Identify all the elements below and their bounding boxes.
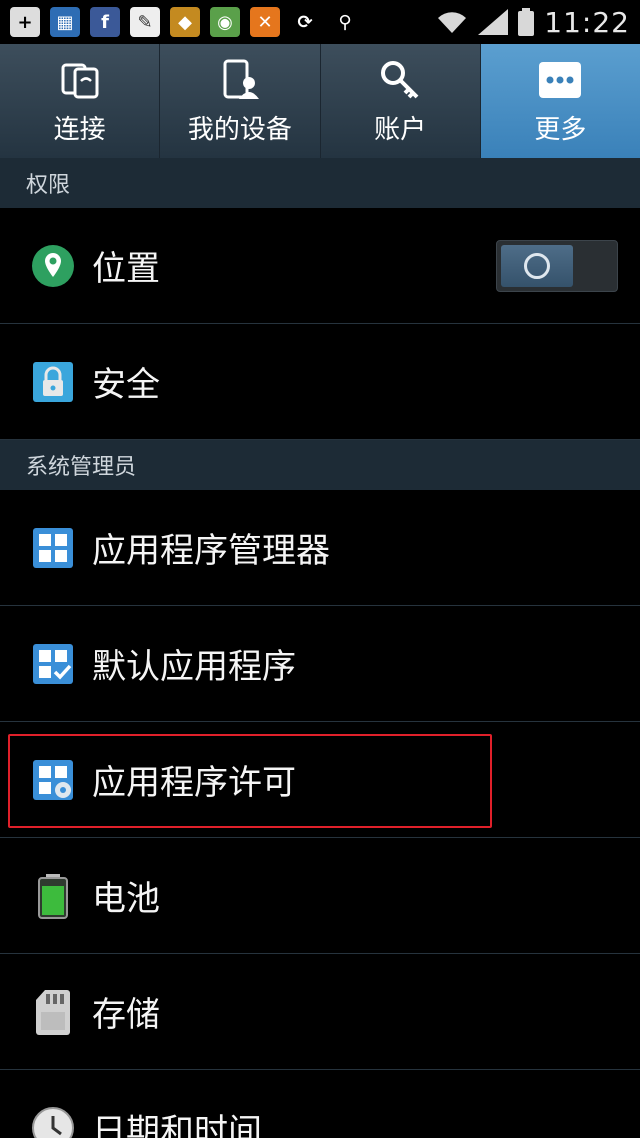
- device-icon: [217, 57, 263, 103]
- lock-icon: [30, 359, 76, 405]
- settings-item-label: 应用程序许可: [92, 763, 296, 803]
- sync-icon: ⟳: [297, 11, 313, 33]
- settings-item-app-permissions[interactable]: 应用程序许可: [0, 722, 640, 838]
- tab-accounts[interactable]: 账户: [321, 44, 481, 158]
- facebook-icon: f: [90, 7, 120, 37]
- settings-item-label: 位置: [92, 249, 160, 289]
- tab-connections[interactable]: 连接: [0, 44, 161, 158]
- connect-icon: [57, 57, 103, 103]
- clock: 11:22: [544, 5, 630, 39]
- battery-icon: [30, 873, 76, 919]
- game-icon: ◆: [170, 7, 200, 37]
- settings-item-label: 安全: [92, 365, 160, 405]
- clock-icon: [30, 1105, 76, 1138]
- settings-item-app-manager[interactable]: 应用程序管理器: [0, 490, 640, 606]
- tab-label: 更多: [534, 114, 587, 145]
- location-icon: [30, 243, 76, 289]
- default-apps-icon: [30, 641, 76, 687]
- tab-more[interactable]: 更多: [480, 44, 640, 158]
- settings-tabbar: 连接 我的设备 账户 更多: [0, 44, 640, 158]
- section-header-permissions: 权限: [0, 158, 640, 208]
- location-toggle[interactable]: [496, 240, 618, 292]
- tab-label: 连接: [53, 114, 106, 145]
- settings-item-label: 日期和时间: [92, 1111, 262, 1138]
- signal-icon: [478, 9, 509, 35]
- settings-item-battery[interactable]: 电池: [0, 838, 640, 954]
- tab-label: 账户: [374, 114, 427, 145]
- app-permission-icon: [30, 757, 76, 803]
- settings-item-default-apps[interactable]: 默认应用程序: [0, 606, 640, 722]
- wifi-icon: [438, 12, 467, 34]
- usb-icon: ⚲: [338, 11, 352, 33]
- app-manager-icon: [30, 525, 76, 571]
- toggle-ring-icon: [524, 253, 550, 279]
- settings-item-date-time[interactable]: 日期和时间: [0, 1070, 640, 1138]
- document-icon: ✎: [130, 7, 160, 37]
- settings-item-location[interactable]: 位置: [0, 208, 640, 324]
- toggle-knob: [501, 245, 573, 287]
- add-icon: +: [10, 7, 40, 37]
- browser-icon: ◉: [210, 7, 240, 37]
- storage-icon: [30, 989, 76, 1035]
- settings-item-label: 存储: [92, 995, 160, 1035]
- status-bar: + ▦ f ✎ ◆ ◉ ✕ ⟳ ⚲ 11:22: [0, 0, 640, 44]
- key-icon: [377, 57, 423, 103]
- section-header-system-admin: 系统管理员: [0, 440, 640, 490]
- settings-item-label: 电池: [92, 879, 160, 919]
- settings-item-label: 应用程序管理器: [92, 531, 330, 571]
- settings-item-security[interactable]: 安全: [0, 324, 640, 440]
- tool-icon: ✕: [250, 7, 280, 37]
- grid-icon: ▦: [50, 7, 80, 37]
- tab-label: 我的设备: [187, 114, 292, 145]
- more-icon: [537, 57, 583, 103]
- tab-my-device[interactable]: 我的设备: [160, 44, 321, 158]
- settings-item-label: 默认应用程序: [92, 647, 296, 687]
- battery-icon: [518, 8, 535, 36]
- settings-item-storage[interactable]: 存储: [0, 954, 640, 1070]
- notification-icons: + ▦ f ✎ ◆ ◉ ✕ ⟳ ⚲: [10, 7, 360, 37]
